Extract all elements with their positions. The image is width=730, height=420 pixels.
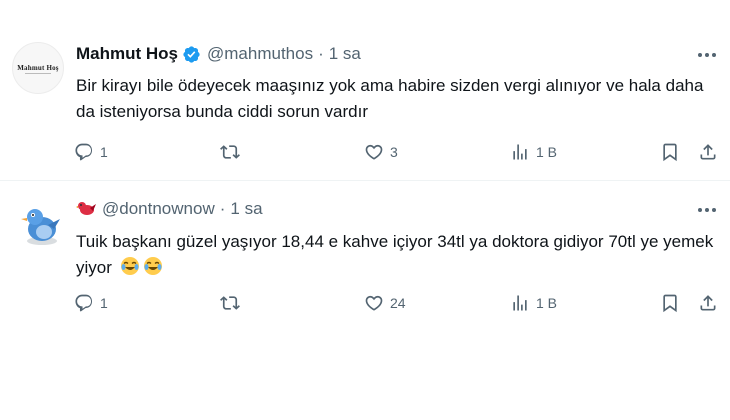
bookmark-button[interactable] — [660, 291, 680, 315]
tweet-header: Mahmut Hoş @mahmuthos · 1 sa — [76, 43, 361, 65]
more-options-icon[interactable] — [698, 52, 716, 58]
like-button[interactable]: 24 — [364, 291, 406, 315]
red-bird-emoji-icon — [76, 202, 96, 215]
avatar-logo-text: Mahmut Hoş — [17, 64, 59, 72]
more-options-icon[interactable] — [698, 207, 716, 213]
avatar-logo-underline — [25, 73, 51, 74]
separator-dot: · — [219, 199, 226, 218]
heart-icon — [365, 144, 383, 160]
tweet-actions: 1 3 1 B — [74, 140, 722, 164]
avatar[interactable] — [18, 203, 64, 249]
analytics-icon — [513, 295, 527, 311]
timestamp[interactable]: 1 sa — [230, 199, 262, 219]
timestamp[interactable]: 1 sa — [329, 44, 361, 64]
verified-badge-icon[interactable] — [182, 45, 201, 64]
bookmark-button[interactable] — [660, 140, 680, 164]
heart-icon — [365, 295, 383, 311]
bookmark-icon — [663, 294, 677, 313]
tweet-header: @dontnownow · 1 sa — [76, 198, 263, 220]
tweet[interactable]: @dontnownow · 1 sa Tuik başkanı güzel ya… — [0, 181, 730, 420]
reply-count: 1 — [100, 144, 108, 160]
share-icon — [700, 144, 716, 160]
tears-of-joy-emoji-icon — [143, 257, 162, 275]
tweet-text-content: Tuik başkanı güzel yaşıyor 18,44 e kahve… — [76, 232, 714, 277]
views-count: 1 B — [536, 144, 558, 160]
display-name[interactable]: Mahmut Hoş — [76, 44, 178, 64]
views-button[interactable]: 1 B — [510, 140, 557, 164]
user-handle[interactable]: @dontnownow — [102, 199, 215, 219]
share-button[interactable] — [698, 140, 718, 164]
reply-icon — [75, 294, 93, 312]
separator-dot: · — [318, 44, 324, 63]
avatar[interactable]: Mahmut Hoş — [12, 42, 64, 94]
bookmark-icon — [663, 143, 677, 162]
reply-button[interactable]: 1 — [74, 291, 108, 315]
share-icon — [700, 295, 716, 311]
views-count: 1 B — [536, 295, 558, 311]
tweet-actions: 1 24 1 B — [74, 291, 722, 315]
views-button[interactable]: 1 B — [510, 291, 557, 315]
retweet-button[interactable] — [220, 291, 246, 315]
tears-of-joy-emoji-icon — [120, 257, 139, 275]
bird-avatar-icon — [21, 209, 60, 245]
tweet-text: Bir kirayı bile ödeyecek maaşınız yok am… — [76, 76, 704, 121]
analytics-icon — [513, 144, 527, 160]
tweet[interactable]: Mahmut Hoş Mahmut Hoş @mahmuthos · 1 sa … — [0, 0, 730, 180]
user-handle[interactable]: @mahmuthos — [207, 44, 313, 64]
like-count: 24 — [390, 295, 406, 311]
retweet-icon — [220, 296, 240, 310]
reply-count: 1 — [100, 295, 108, 311]
reply-button[interactable]: 1 — [74, 140, 108, 164]
share-button[interactable] — [698, 291, 718, 315]
retweet-icon — [220, 145, 240, 159]
like-count: 3 — [390, 144, 398, 160]
retweet-button[interactable] — [220, 140, 246, 164]
tweet-text: Tuik başkanı güzel yaşıyor 18,44 e kahve… — [76, 229, 716, 281]
like-button[interactable]: 3 — [364, 140, 398, 164]
reply-icon — [75, 143, 93, 161]
